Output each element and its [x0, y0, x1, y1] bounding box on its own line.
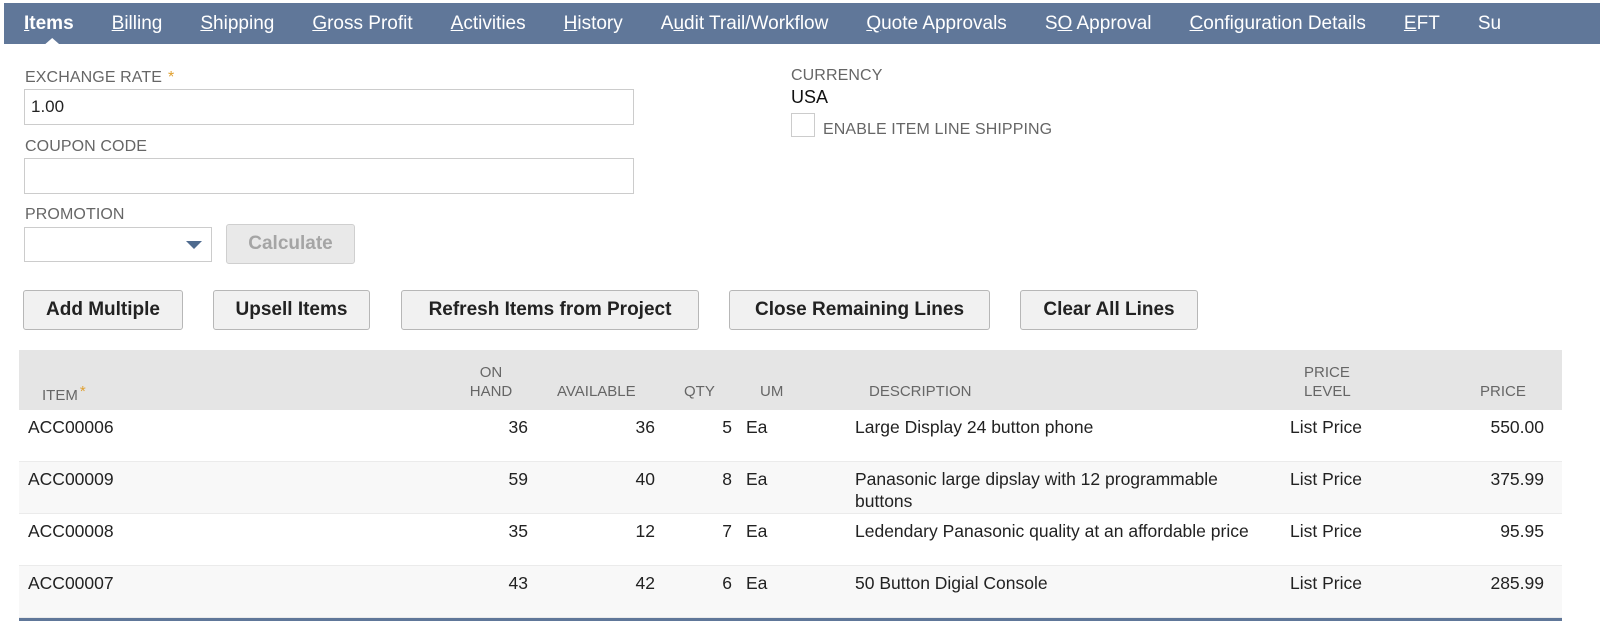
cell-price: 95.95: [1500, 521, 1544, 541]
tab-quote-approvals[interactable]: Quote Approvals: [866, 3, 1006, 44]
column-header-price[interactable]: PRICE: [1480, 382, 1526, 401]
cell-item: ACC00009: [28, 469, 114, 489]
on-hand-header-line2: HAND: [469, 383, 513, 400]
items-table: ITEM * ON HAND AVAILABLE QTY UM DESCRIPTI…: [19, 350, 1562, 621]
currency-label: CURRENCY: [791, 67, 883, 84]
cell-price-level: List Price: [1290, 417, 1362, 437]
cell-price-level: List Price: [1290, 573, 1362, 593]
close-remaining-lines-button[interactable]: Close Remaining Lines: [729, 290, 990, 330]
required-marker: *: [79, 383, 86, 400]
enable-item-line-shipping-checkbox[interactable]: [791, 113, 815, 137]
refresh-items-from-project-button[interactable]: Refresh Items from Project: [401, 290, 699, 330]
cell-item: ACC00007: [28, 573, 114, 593]
cell-available: 36: [635, 417, 655, 437]
clear-all-lines-button[interactable]: Clear All Lines: [1020, 290, 1198, 330]
table-row[interactable]: ACC00009 59 40 8 Ea Panasonic large dipslay w…: [19, 462, 1562, 514]
tab-eft[interactable]: EFT: [1404, 3, 1440, 44]
cell-item: ACC00008: [28, 521, 114, 541]
calculate-button[interactable]: Calculate: [226, 224, 355, 264]
tab-audit-trail-workflow[interactable]: Audit Trail/Workflow: [661, 3, 829, 44]
column-header-description[interactable]: DESCRIPTION: [869, 382, 972, 401]
cell-on-hand: 36: [508, 417, 528, 437]
tab-configuration-details[interactable]: Configuration Details: [1190, 3, 1366, 44]
column-header-qty[interactable]: QTY: [684, 382, 715, 401]
promotion-label: PROMOTION: [25, 206, 125, 223]
cell-on-hand: 43: [508, 573, 528, 593]
tab-items[interactable]: Items: [24, 3, 74, 44]
tab-so-approval[interactable]: SO Approval: [1045, 3, 1152, 44]
cell-price-level: List Price: [1290, 521, 1362, 541]
cell-qty: 7: [722, 521, 732, 541]
cell-um: Ea: [746, 521, 768, 541]
exchange-rate-label-text: EXCHANGE RATE: [25, 69, 163, 86]
cell-qty: 5: [722, 417, 732, 437]
cell-available: 42: [635, 573, 655, 593]
enable-item-line-shipping-label[interactable]: ENABLE ITEM LINE SHIPPING: [823, 121, 1052, 139]
table-body: ACC00006 36 36 5 Ea Large Display 24 button p…: [19, 410, 1562, 618]
promotion-select[interactable]: [24, 227, 212, 262]
add-multiple-button[interactable]: Add Multiple: [23, 290, 183, 330]
subtab-bar: Items Billing Shipping Gross Profit Activiti…: [4, 3, 1600, 44]
column-header-item[interactable]: ITEM *: [42, 382, 86, 405]
tab-su[interactable]: Su: [1478, 3, 1501, 44]
column-header-on-hand[interactable]: ON HAND: [463, 363, 519, 401]
cell-description: 50 Button Digial Console: [855, 573, 1048, 593]
cell-price: 375.99: [1490, 469, 1544, 489]
table-row[interactable]: ACC00008 35 12 7 Ea Ledendary Panasonic quali…: [19, 514, 1562, 566]
cell-available: 12: [635, 521, 655, 541]
exchange-rate-label: EXCHANGE RATE *: [25, 69, 174, 87]
table-footer-bar: [19, 618, 1562, 621]
price-level-header-line2: LEVEL: [1304, 383, 1351, 400]
cell-description: Panasonic large dipslay with 12 programm…: [855, 469, 1218, 511]
item-header-text: ITEM: [42, 387, 78, 404]
cell-um: Ea: [746, 469, 768, 489]
cell-qty: 8: [722, 469, 732, 489]
cell-on-hand: 59: [508, 469, 528, 489]
exchange-rate-input[interactable]: [24, 89, 634, 125]
cell-qty: 6: [722, 573, 732, 593]
cell-price: 285.99: [1490, 573, 1544, 593]
tab-billing[interactable]: Billing: [112, 3, 163, 44]
cell-item: ACC00006: [28, 417, 114, 437]
table-row[interactable]: ACC00006 36 36 5 Ea Large Display 24 button p…: [19, 410, 1562, 462]
cell-on-hand: 35: [508, 521, 528, 541]
cell-um: Ea: [746, 417, 768, 437]
cell-description: Large Display 24 button phone: [855, 417, 1094, 437]
currency-value: USA: [791, 87, 829, 107]
tab-activities[interactable]: Activities: [451, 3, 526, 44]
cell-price-level: List Price: [1290, 469, 1362, 489]
upsell-items-button[interactable]: Upsell Items: [213, 290, 370, 330]
table-header: ITEM * ON HAND AVAILABLE QTY UM DESCRIPTI…: [19, 350, 1562, 410]
tab-history[interactable]: History: [564, 3, 623, 44]
dropdown-arrow-icon: [186, 241, 202, 249]
column-header-available[interactable]: AVAILABLE: [557, 382, 636, 401]
cell-available: 40: [635, 469, 655, 489]
cell-um: Ea: [746, 573, 768, 593]
on-hand-header-line1: ON: [479, 364, 503, 381]
coupon-code-label: COUPON CODE: [25, 138, 147, 155]
cell-description: Ledendary Panasonic quality at an afford…: [855, 521, 1249, 541]
price-level-header-line1: PRICE: [1304, 364, 1350, 381]
table-row[interactable]: ACC00007 43 42 6 Ea 50 Button Digial Console L…: [19, 566, 1562, 618]
cell-price: 550.00: [1490, 417, 1544, 437]
tab-gross-profit[interactable]: Gross Profit: [312, 3, 412, 44]
required-marker: *: [168, 69, 175, 86]
coupon-code-input[interactable]: [24, 158, 634, 194]
tab-shipping[interactable]: Shipping: [200, 3, 274, 44]
column-header-price-level[interactable]: PRICE LEVEL: [1304, 363, 1351, 401]
column-header-um[interactable]: UM: [760, 382, 783, 401]
